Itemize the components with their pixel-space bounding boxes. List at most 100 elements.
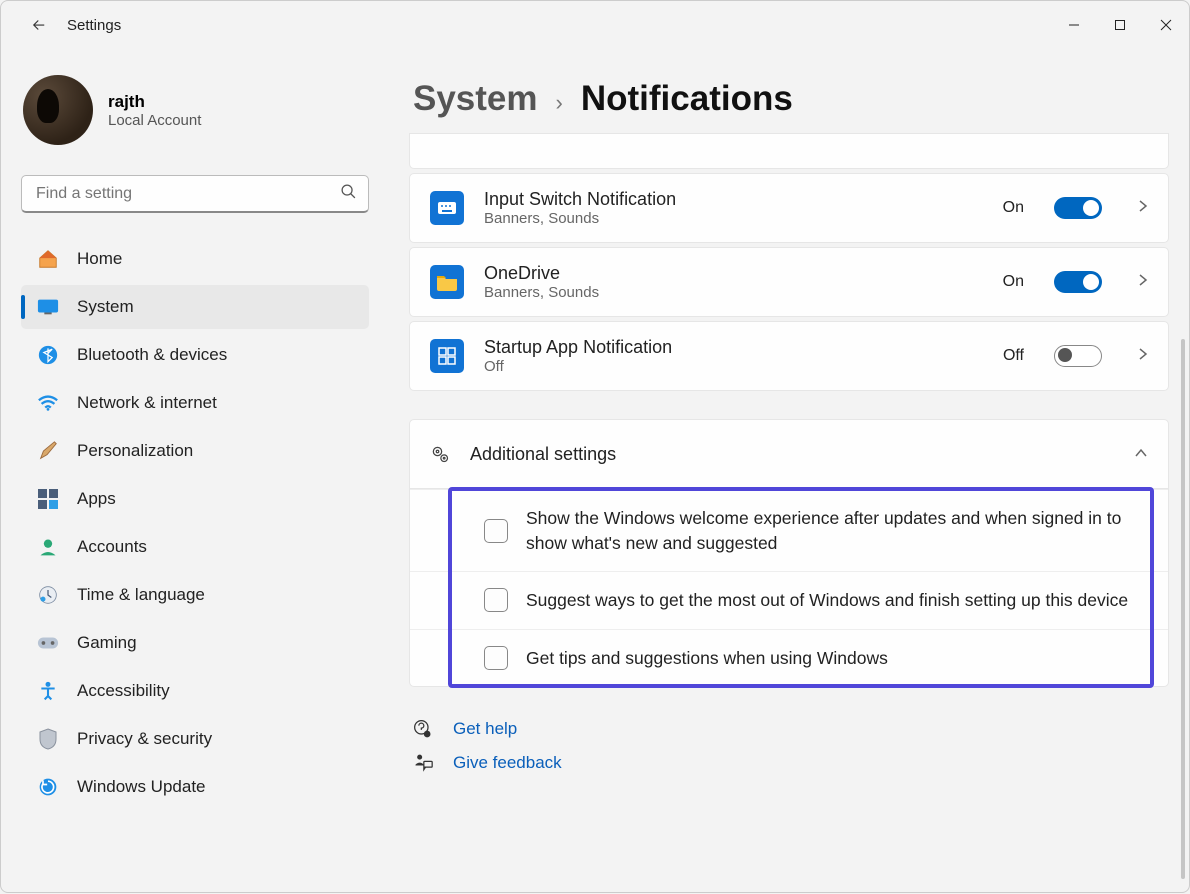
- row-subtitle: Banners, Sounds: [484, 284, 983, 301]
- user-block[interactable]: rajth Local Account: [23, 75, 369, 145]
- breadcrumb: System › Notifications: [413, 79, 1169, 119]
- app-notification-row[interactable]: Banners, Sounds: [409, 133, 1169, 169]
- nav-label: Personalization: [77, 441, 193, 461]
- nav-apps[interactable]: Apps: [21, 477, 369, 521]
- nav-label: Gaming: [77, 633, 137, 653]
- checkbox-row-tips[interactable]: Get tips and suggestions when using Wind…: [410, 629, 1168, 687]
- apps-icon: [37, 488, 59, 510]
- user-name: rajth: [108, 92, 201, 112]
- breadcrumb-parent[interactable]: System: [413, 79, 538, 119]
- wifi-icon: [37, 392, 59, 414]
- toggle-switch[interactable]: [1054, 271, 1102, 293]
- nav-label: Accounts: [77, 537, 147, 557]
- row-title: OneDrive: [484, 263, 983, 284]
- chevron-right-icon: [1138, 347, 1148, 366]
- toggle-state: On: [1003, 199, 1024, 217]
- avatar: [23, 75, 93, 145]
- app-notification-row-onedrive[interactable]: OneDrive Banners, Sounds On: [409, 247, 1169, 317]
- checkbox[interactable]: [484, 588, 508, 612]
- link-text: Get help: [453, 719, 517, 739]
- nav-label: Privacy & security: [77, 729, 212, 749]
- brush-icon: [37, 440, 59, 462]
- toggle-state: On: [1003, 273, 1024, 291]
- nav-bluetooth[interactable]: Bluetooth & devices: [21, 333, 369, 377]
- additional-settings-list: Show the Windows welcome experience afte…: [409, 489, 1169, 687]
- nav-accessibility[interactable]: Accessibility: [21, 669, 369, 713]
- update-icon: [37, 776, 59, 798]
- back-button[interactable]: [19, 5, 59, 45]
- help-icon: ?: [413, 719, 433, 739]
- nav-label: Accessibility: [77, 681, 170, 701]
- gamepad-icon: [37, 632, 59, 654]
- chevron-right-icon: [1138, 273, 1148, 292]
- app-notification-row-startup[interactable]: Startup App Notification Off Off: [409, 321, 1169, 391]
- nav-accounts[interactable]: Accounts: [21, 525, 369, 569]
- nav-label: Bluetooth & devices: [77, 345, 227, 365]
- system-icon: [37, 296, 59, 318]
- nav-network[interactable]: Network & internet: [21, 381, 369, 425]
- nav-privacy[interactable]: Privacy & security: [21, 717, 369, 761]
- row-subtitle: Banners, Sounds: [484, 210, 983, 227]
- row-subtitle: Off: [484, 358, 983, 375]
- clock-icon: [37, 584, 59, 606]
- row-title: Input Switch Notification: [484, 189, 983, 210]
- checkbox-row-welcome[interactable]: Show the Windows welcome experience afte…: [410, 489, 1168, 571]
- nav-gaming[interactable]: Gaming: [21, 621, 369, 665]
- user-subtitle: Local Account: [108, 112, 201, 129]
- nav-label: Time & language: [77, 585, 205, 605]
- additional-settings-header[interactable]: Additional settings: [409, 419, 1169, 489]
- section-title: Additional settings: [470, 444, 1098, 465]
- nav-list: Home System Bluetooth & devices Network …: [21, 237, 369, 809]
- person-icon: [37, 536, 59, 558]
- svg-text:?: ?: [426, 732, 429, 738]
- nav-label: Network & internet: [77, 393, 217, 413]
- toggle-state: Off: [1003, 347, 1024, 365]
- search-field-wrap: [21, 175, 369, 213]
- nav-home[interactable]: Home: [21, 237, 369, 281]
- row-title: Startup App Notification: [484, 337, 983, 358]
- maximize-button[interactable]: [1097, 9, 1143, 41]
- shield-icon: [37, 728, 59, 750]
- nav-time[interactable]: Time & language: [21, 573, 369, 617]
- toggle-switch[interactable]: [1054, 345, 1102, 367]
- nav-personalization[interactable]: Personalization: [21, 429, 369, 473]
- checkbox-label: Suggest ways to get the most out of Wind…: [526, 588, 1128, 613]
- accessibility-icon: [37, 680, 59, 702]
- breadcrumb-current: Notifications: [581, 79, 793, 119]
- gear-icon: [430, 444, 450, 464]
- nav-label: Apps: [77, 489, 116, 509]
- search-icon: [340, 183, 357, 205]
- nav-label: Home: [77, 249, 122, 269]
- checkbox[interactable]: [484, 646, 508, 670]
- window-titlebar: Settings: [1, 1, 1189, 49]
- app-title: Settings: [67, 17, 121, 34]
- home-icon: [37, 248, 59, 270]
- keyboard-icon: [430, 191, 464, 225]
- checkbox-label: Get tips and suggestions when using Wind…: [526, 646, 888, 671]
- footer-links: ? Get help Give feedback: [413, 719, 1169, 773]
- get-help-link[interactable]: ? Get help: [413, 719, 1169, 739]
- main-content: System › Notifications Banners, Sounds I…: [389, 49, 1189, 894]
- grid-icon: [430, 339, 464, 373]
- feedback-icon: [413, 753, 433, 773]
- chevron-right-icon: [1138, 199, 1148, 218]
- give-feedback-link[interactable]: Give feedback: [413, 753, 1169, 773]
- app-notification-row-input-switch[interactable]: Input Switch Notification Banners, Sound…: [409, 173, 1169, 243]
- chevron-right-icon: ›: [556, 90, 563, 116]
- folder-icon: [430, 265, 464, 299]
- checkbox-label: Show the Windows welcome experience afte…: [526, 506, 1144, 555]
- minimize-button[interactable]: [1051, 9, 1097, 41]
- nav-system[interactable]: System: [21, 285, 369, 329]
- nav-label: Windows Update: [77, 777, 206, 797]
- nav-label: System: [77, 297, 134, 317]
- close-button[interactable]: [1143, 9, 1189, 41]
- search-input[interactable]: [21, 175, 369, 213]
- sidebar: rajth Local Account Home System Bluetoot…: [1, 49, 389, 894]
- nav-update[interactable]: Windows Update: [21, 765, 369, 809]
- bluetooth-icon: [37, 344, 59, 366]
- checkbox-row-suggest[interactable]: Suggest ways to get the most out of Wind…: [410, 571, 1168, 629]
- scrollbar[interactable]: [1181, 339, 1185, 879]
- toggle-switch[interactable]: [1054, 197, 1102, 219]
- checkbox[interactable]: [484, 519, 508, 543]
- link-text: Give feedback: [453, 753, 562, 773]
